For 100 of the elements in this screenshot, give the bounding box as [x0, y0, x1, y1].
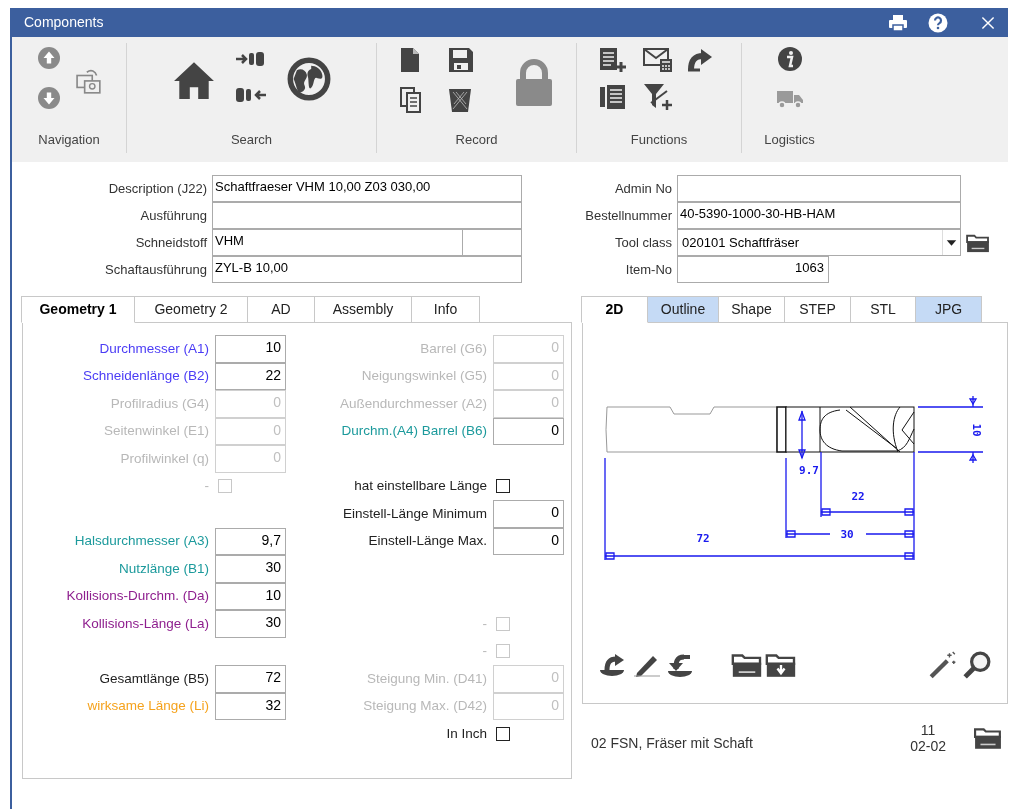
field-label: Admin No [613, 179, 673, 198]
dimension-line [917, 395, 984, 464]
mail-calculator-icon[interactable] [643, 47, 673, 73]
field-label: Einstell-Länge Minimum [341, 504, 488, 523]
field-label: Ausführung [139, 206, 208, 225]
checkbox[interactable] [496, 479, 510, 494]
field-label: - [481, 614, 488, 633]
number-field[interactable]: 0 [493, 417, 564, 445]
rotate-forward-icon[interactable] [599, 653, 625, 677]
number-field[interactable]: 22 [215, 362, 286, 390]
field-label: Tool class [613, 233, 673, 252]
field-label: Barrel (G6) [419, 339, 488, 358]
tab[interactable]: Outline [647, 296, 719, 323]
redo-arrow-icon[interactable] [687, 48, 713, 72]
field-label: Schneidstoff [134, 233, 208, 252]
group-label: Search [229, 131, 274, 149]
tab[interactable]: Info [411, 296, 480, 323]
folder-download-icon[interactable] [765, 652, 797, 678]
number-field[interactable]: 32 [215, 692, 286, 720]
field-label: hat einstellbare Länge [353, 477, 488, 496]
globe-icon[interactable] [286, 57, 331, 101]
windows-icon[interactable] [76, 69, 102, 95]
field-label: Steigung Max. (D42) [362, 697, 488, 716]
field-label: Nutzlänge (B1) [117, 559, 210, 578]
pen-icon[interactable] [633, 653, 661, 677]
group-label: Logistics [763, 131, 816, 149]
lock-icon[interactable] [513, 59, 554, 107]
list-add-icon[interactable] [599, 47, 627, 73]
funnel-plus-icon[interactable] [643, 83, 673, 111]
arrow-out-of-cylinder-icon[interactable] [234, 87, 267, 103]
field-label: Durchm.(A4) Barrel (B6) [340, 422, 488, 441]
save-icon[interactable] [447, 47, 474, 73]
tab[interactable]: Geometry 1 [21, 296, 135, 323]
group-label: Record [454, 131, 499, 149]
text-field[interactable]: Schaftfraeser VHM 10,00 Z03 030,00 [212, 175, 522, 202]
field-label: In Inch [445, 724, 488, 743]
arrow-down-icon[interactable] [38, 87, 60, 109]
group-label: Functions [629, 131, 689, 149]
text-field[interactable] [212, 202, 522, 229]
field-label: Halsdurchmesser (A3) [73, 532, 210, 551]
number-field[interactable]: 30 [215, 555, 286, 583]
field-label: Steigung Min. (D41) [365, 669, 488, 688]
group-label: Navigation [37, 131, 101, 149]
number-field[interactable]: 30 [215, 610, 286, 638]
number-field[interactable]: 1063 [677, 256, 829, 283]
help-icon[interactable] [928, 12, 948, 33]
field-label: wirksame Länge (Li) [86, 697, 210, 716]
field-label: Durchmesser (A1) [98, 339, 210, 358]
field-label: Description (J22) [107, 179, 208, 198]
document-icon[interactable] [399, 47, 420, 73]
code-text: 02-02 [910, 738, 946, 754]
search-icon[interactable] [963, 651, 991, 679]
book-icon[interactable] [599, 84, 627, 110]
dimension-label: 9.7 [799, 464, 819, 477]
arrow-up-icon[interactable] [38, 47, 60, 69]
field-label: Außendurchmesser (A2) [338, 394, 488, 413]
number-field[interactable]: 9,7 [215, 527, 286, 555]
number-field[interactable]: 0 [493, 500, 564, 528]
text-field[interactable]: VHM [212, 229, 463, 256]
text-field[interactable] [463, 229, 522, 256]
close-icon[interactable] [980, 14, 996, 31]
field-label: - [203, 477, 210, 496]
field-label: Item-No [624, 260, 673, 279]
dimension-label: 72 [696, 532, 710, 545]
folder-icon[interactable] [731, 652, 763, 678]
magic-wand-icon[interactable] [929, 651, 957, 679]
tab[interactable]: 2D [581, 296, 648, 323]
field-label: Schneidenlänge (B2) [81, 367, 210, 386]
text-field[interactable]: 40-5390-1000-30-HB-HAM [677, 202, 961, 229]
dimension-label: 22 [851, 490, 865, 503]
folder-icon[interactable] [966, 232, 990, 253]
number-field[interactable]: 10 [215, 582, 286, 610]
field-label: Profilwinkel (q) [119, 449, 210, 468]
number-field[interactable]: 10 [215, 335, 286, 363]
dimension-label: 30 [840, 528, 854, 541]
field-label: Seitenwinkel (E1) [102, 422, 210, 441]
checkbox[interactable] [496, 726, 510, 741]
field-label: Kollisions-Länge (La) [81, 614, 210, 633]
field-label: Bestellnummer [584, 206, 673, 225]
rotate-back-icon[interactable] [667, 653, 693, 677]
number-field[interactable]: 0 [493, 527, 564, 555]
field-label: Neigungswinkel (G5) [360, 367, 488, 386]
arrow-into-cylinder-icon[interactable] [234, 51, 267, 67]
dimension-label: 10 [970, 423, 983, 437]
trash-icon[interactable] [447, 87, 472, 113]
number-field[interactable]: 72 [215, 665, 286, 693]
code-text: 11 [920, 722, 936, 738]
window-title: Components [24, 13, 104, 32]
print-icon[interactable] [888, 12, 908, 33]
info-icon[interactable] [777, 47, 802, 71]
field-label: - [481, 642, 488, 661]
text-field[interactable]: ZYL-B 10,00 [212, 256, 522, 283]
text-field[interactable] [677, 175, 961, 202]
folder-icon[interactable] [974, 726, 1002, 750]
tab[interactable]: JPG [915, 296, 982, 323]
dropdown[interactable]: 020101 Schaftfräser [677, 229, 961, 256]
field-label: Profilradius (G4) [109, 394, 210, 413]
field-label: Einstell-Länge Max. [367, 532, 488, 551]
copy-icon[interactable] [399, 87, 422, 113]
field-label: Kollisions-Durchm. (Da) [65, 587, 210, 606]
